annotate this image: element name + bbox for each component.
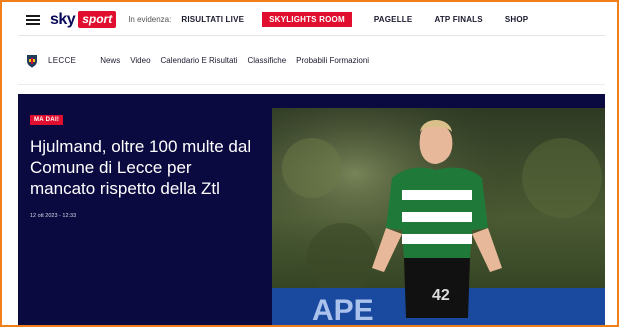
team-nav: News Video Calendario E Risultati Classi… <box>100 56 379 65</box>
nav-link-pagelle[interactable]: PAGELLE <box>374 15 413 24</box>
menu-icon[interactable] <box>26 14 40 25</box>
team-nav-probabili-formazioni[interactable]: Probabili Formazioni <box>296 56 369 65</box>
article-date: 12 ott 2023 - 12:33 <box>30 213 77 219</box>
sky-sport-logo[interactable]: sky sport <box>50 10 117 29</box>
team-bar: LECCE News Video Calendario E Risultati … <box>18 37 605 85</box>
nav-link-risultati-live[interactable]: RISULTATI LIVE <box>181 15 244 24</box>
article-tag: MA DAI! <box>30 115 64 125</box>
team-nav-video[interactable]: Video <box>130 56 150 65</box>
team-nav-classifiche[interactable]: Classifiche <box>247 56 286 65</box>
jersey-number: 42 <box>432 287 450 304</box>
in-evidenza-label: In evidenza: <box>128 15 172 24</box>
nav-link-atp-finals[interactable]: ATP FINALS <box>434 15 482 24</box>
team-name[interactable]: LECCE <box>48 56 76 65</box>
team-nav-news[interactable]: News <box>100 56 120 65</box>
article-photo[interactable]: APE 42 <box>272 108 605 327</box>
hero-text: MA DAI! Hjulmand, oltre 100 multe dal Co… <box>30 108 260 219</box>
logo-sport-text: sport <box>78 11 117 28</box>
top-nav-bar: sky sport In evidenza: RISULTATI LIVE SK… <box>18 4 605 36</box>
team-nav-calendario[interactable]: Calendario E Risultati <box>161 56 238 65</box>
logo-sky-text: sky <box>50 10 76 28</box>
lecce-crest-icon[interactable] <box>26 54 38 68</box>
nav-link-shop[interactable]: SHOP <box>505 15 528 24</box>
nav-link-skylights-room[interactable]: SKYLIGHTS ROOM <box>262 12 352 27</box>
hero-article[interactable]: MA DAI! Hjulmand, oltre 100 multe dal Co… <box>18 94 605 327</box>
page-frame: sky sport In evidenza: RISULTATI LIVE SK… <box>0 0 619 327</box>
banner-text: APE <box>312 294 374 327</box>
article-headline[interactable]: Hjulmand, oltre 100 multe dal Comune di … <box>30 136 260 199</box>
